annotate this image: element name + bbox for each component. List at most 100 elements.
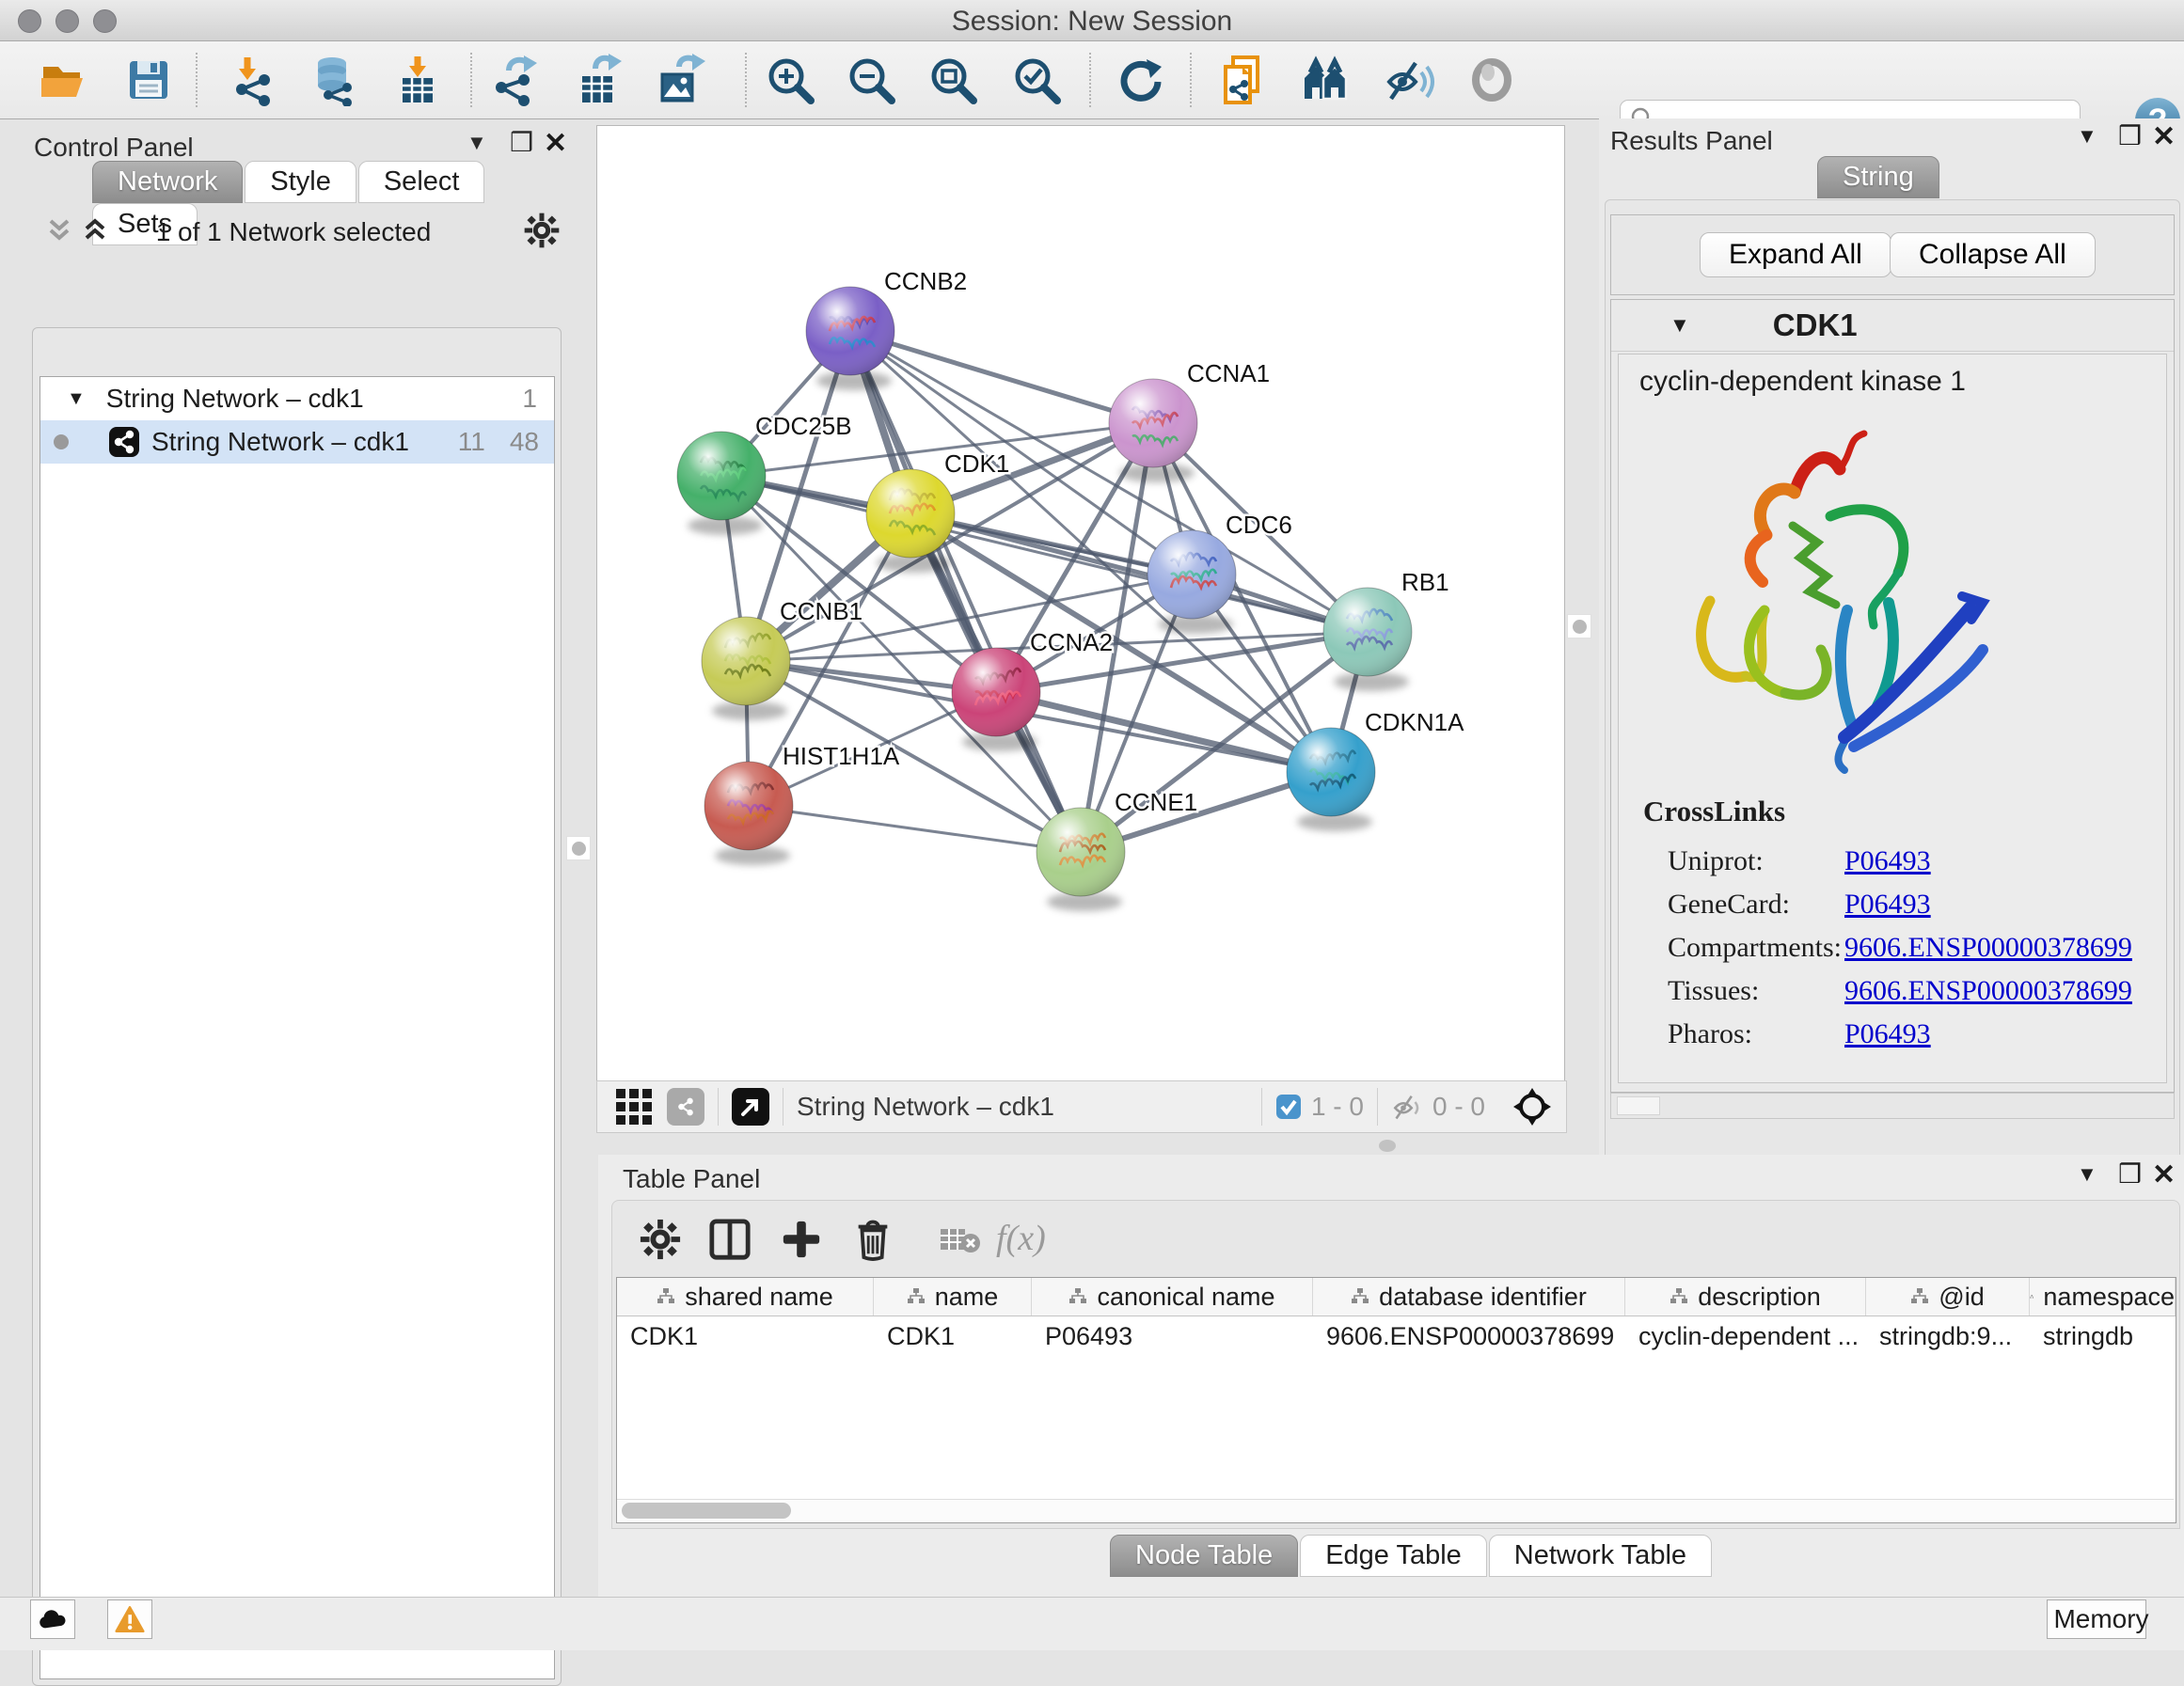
network-node-HIST1H1A[interactable] bbox=[704, 762, 793, 865]
export-table-icon[interactable] bbox=[573, 54, 625, 106]
column-header-database-identifier[interactable]: database identifier bbox=[1313, 1278, 1625, 1316]
tab-network[interactable]: Network bbox=[92, 161, 243, 203]
export-image-icon[interactable] bbox=[655, 54, 707, 106]
zoom-in-icon[interactable] bbox=[764, 54, 816, 106]
table-cell[interactable]: CDK1 bbox=[617, 1322, 874, 1351]
tab-network-table[interactable]: Network Table bbox=[1489, 1535, 1712, 1577]
select-columns-icon[interactable] bbox=[708, 1218, 752, 1261]
table-cell[interactable]: CDK1 bbox=[874, 1322, 1032, 1351]
network-node-CDC25B[interactable] bbox=[677, 432, 766, 535]
detach-view-button[interactable] bbox=[732, 1088, 769, 1126]
network-edge-ccnb2-ccne1[interactable] bbox=[850, 331, 1081, 852]
results-panel-close-button[interactable]: ✕ bbox=[2152, 120, 2176, 153]
table-panel-close-button[interactable]: ✕ bbox=[2152, 1158, 2176, 1191]
table-cell[interactable]: cyclin-dependent ... bbox=[1625, 1322, 1866, 1351]
column-header-namespace[interactable]: namespace bbox=[2030, 1278, 2176, 1316]
results-horizontal-scrollbar[interactable] bbox=[1610, 1093, 2175, 1119]
table-panel-float-button[interactable]: ❒ bbox=[2118, 1158, 2142, 1190]
column-header-canonical-name[interactable]: canonical name bbox=[1032, 1278, 1313, 1316]
network-collection-row[interactable]: ▼ String Network – cdk1 1 bbox=[40, 377, 554, 420]
table-cell[interactable]: stringdb bbox=[2030, 1322, 2176, 1351]
table-scroll-thumb[interactable] bbox=[622, 1503, 791, 1519]
apply-layout-icon[interactable] bbox=[1115, 54, 1167, 106]
import-table-icon[interactable] bbox=[391, 54, 444, 106]
delete-column-trash-icon[interactable] bbox=[851, 1216, 894, 1261]
grid-view-icon[interactable] bbox=[614, 1087, 654, 1127]
crosslink-link[interactable]: 9606.ENSP00000378699 bbox=[1844, 975, 2132, 1007]
network-node-CCNA1[interactable] bbox=[1109, 379, 1197, 482]
network-options-gear-icon[interactable] bbox=[523, 212, 561, 249]
network-node-CDK1[interactable] bbox=[866, 469, 955, 573]
network-edge-cdk1-rb1[interactable] bbox=[910, 513, 1368, 632]
cloud-status-button[interactable] bbox=[30, 1599, 75, 1639]
results-panel-float-button[interactable]: ❒ bbox=[2118, 120, 2142, 151]
crosslink-link[interactable]: P06493 bbox=[1844, 889, 1931, 921]
network-graph: CCNB2CCNA1CDC25BCDK1CDC6RB1CCNB1CCNA2CDK… bbox=[597, 126, 1564, 1080]
save-session-icon[interactable] bbox=[122, 54, 175, 106]
control-panel-menu-caret[interactable]: ▼ bbox=[467, 131, 487, 155]
first-neighbors-icon[interactable] bbox=[1301, 54, 1353, 106]
open-session-icon[interactable] bbox=[38, 54, 90, 106]
hide-selected-eye-icon[interactable] bbox=[1384, 54, 1436, 106]
selected-checkbox-icon[interactable] bbox=[1275, 1094, 1302, 1120]
network-node-CCNB2[interactable] bbox=[806, 287, 894, 390]
table-row[interactable]: CDK1CDK1P064939606.ENSP00000378699cyclin… bbox=[617, 1316, 2176, 1356]
protein-header-row[interactable]: ▼ CDK1 bbox=[1611, 300, 2174, 352]
import-network-icon[interactable] bbox=[229, 54, 281, 106]
import-database-icon[interactable] bbox=[308, 54, 360, 106]
export-network-icon[interactable] bbox=[490, 54, 543, 106]
column-header-description[interactable]: description bbox=[1625, 1278, 1866, 1316]
expand-all-chevron-icon[interactable] bbox=[81, 215, 109, 245]
zoom-out-icon[interactable] bbox=[845, 54, 897, 106]
network-edge-ccnb2-ccna1[interactable] bbox=[850, 331, 1153, 423]
network-canvas[interactable]: CCNB2CCNA1CDC25BCDK1CDC6RB1CCNB1CCNA2CDK… bbox=[596, 125, 1565, 1081]
tab-edge-table[interactable]: Edge Table bbox=[1300, 1535, 1487, 1577]
network-node-CCNE1[interactable] bbox=[1037, 808, 1125, 911]
tab-select[interactable]: Select bbox=[358, 161, 485, 203]
table-cell[interactable]: P06493 bbox=[1032, 1322, 1313, 1351]
control-panel-float-button[interactable]: ❒ bbox=[510, 127, 533, 158]
network-node-CDKN1A[interactable] bbox=[1287, 728, 1375, 831]
results-scroll-thumb[interactable] bbox=[1617, 1096, 1660, 1115]
zoom-selected-icon[interactable] bbox=[1010, 54, 1063, 106]
bottom-splitter-handle[interactable] bbox=[1379, 1140, 1396, 1152]
add-column-icon[interactable] bbox=[780, 1218, 823, 1261]
zoom-fit-icon[interactable] bbox=[926, 54, 979, 106]
table-cell[interactable]: 9606.ENSP00000378699 bbox=[1313, 1322, 1625, 1351]
memory-button[interactable]: Memory bbox=[2047, 1599, 2146, 1639]
network-node-CCNA2[interactable] bbox=[952, 648, 1040, 751]
network-node-CCNB1[interactable] bbox=[702, 617, 790, 720]
table-options-gear-icon[interactable] bbox=[639, 1218, 682, 1261]
network-node-CDC6[interactable] bbox=[1147, 530, 1236, 634]
column-header-shared-name[interactable]: shared name bbox=[617, 1278, 874, 1316]
protein-collapse-caret[interactable]: ▼ bbox=[1670, 313, 1690, 338]
crosslink-link[interactable]: P06493 bbox=[1844, 845, 1931, 877]
tab-node-table[interactable]: Node Table bbox=[1110, 1535, 1298, 1577]
collection-expand-caret[interactable]: ▼ bbox=[67, 388, 86, 410]
network-edge-hist1h1a-ccne1[interactable] bbox=[749, 806, 1081, 852]
control-panel-close-button[interactable]: ✕ bbox=[544, 127, 567, 160]
results-panel-menu-caret[interactable]: ▼ bbox=[2077, 124, 2097, 149]
collapse-all-chevron-icon[interactable] bbox=[45, 215, 73, 245]
birdseye-navigator-icon[interactable] bbox=[1511, 1086, 1553, 1127]
collapse-all-button[interactable]: Collapse All bbox=[1890, 232, 2096, 277]
tab-style[interactable]: Style bbox=[245, 161, 356, 203]
clone-network-icon[interactable] bbox=[1218, 54, 1271, 106]
network-node-RB1[interactable] bbox=[1323, 588, 1412, 691]
show-all-eye-icon[interactable] bbox=[1465, 54, 1518, 106]
column-header-name[interactable]: name bbox=[874, 1278, 1032, 1316]
crosslink-link[interactable]: 9606.ENSP00000378699 bbox=[1844, 932, 2132, 964]
column-header-@id[interactable]: @id bbox=[1866, 1278, 2030, 1316]
network-view-share-icon[interactable] bbox=[667, 1088, 704, 1126]
warnings-button[interactable] bbox=[107, 1599, 152, 1639]
table-horizontal-scrollbar[interactable] bbox=[617, 1499, 2174, 1521]
right-splitter-handle[interactable] bbox=[1567, 614, 1591, 638]
tab-string[interactable]: String bbox=[1817, 156, 1939, 198]
crosslink-link[interactable]: P06493 bbox=[1844, 1018, 1931, 1050]
expand-all-button[interactable]: Expand All bbox=[1700, 232, 1891, 277]
left-splitter-handle[interactable] bbox=[566, 836, 591, 860]
table-panel-menu-caret[interactable]: ▼ bbox=[2077, 1162, 2097, 1187]
network-edge-ccna2-cdkn1a[interactable] bbox=[996, 692, 1331, 772]
table-cell[interactable]: stringdb:9... bbox=[1866, 1322, 2030, 1351]
network-row[interactable]: String Network – cdk1 11 48 bbox=[40, 420, 554, 464]
